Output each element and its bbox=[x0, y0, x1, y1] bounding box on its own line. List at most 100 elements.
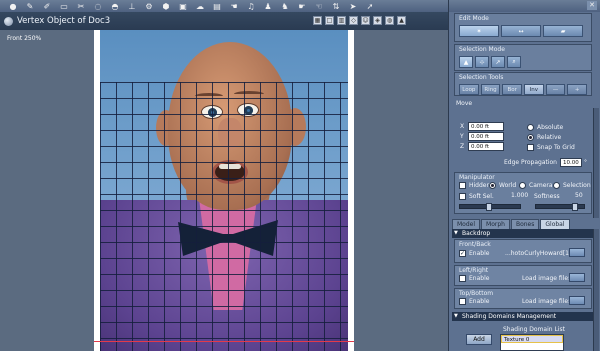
snap-to-grid-checkbox[interactable]: Snap To Grid bbox=[527, 144, 575, 151]
properties-panel: ✕ Edit Mode ✶ ↔ ▰ Selection Mode ▲ ⊹ ↗ ⌕… bbox=[448, 0, 600, 351]
edit-mode-label: Edit Mode bbox=[459, 15, 489, 22]
cursor-icon[interactable]: ➚ bbox=[363, 1, 377, 11]
tack-icon[interactable]: ⊥ bbox=[125, 1, 139, 11]
move-label: Move bbox=[456, 100, 473, 107]
hidden-checkbox[interactable]: Hidden bbox=[459, 182, 490, 189]
panel-scrollbar-upper[interactable] bbox=[593, 108, 599, 218]
y-axis-label: Y bbox=[460, 133, 464, 140]
nut-icon[interactable]: ⬢ bbox=[159, 1, 173, 11]
sphere-icon[interactable]: ● bbox=[6, 1, 20, 11]
grow-button[interactable]: + bbox=[567, 84, 588, 95]
brush-icon[interactable]: ✐ bbox=[40, 1, 54, 11]
bell-icon[interactable]: ♫ bbox=[244, 1, 258, 11]
view-grid-icon[interactable]: ▦ bbox=[313, 16, 322, 25]
front-back-load-button[interactable] bbox=[569, 248, 585, 257]
pen-icon[interactable]: ✎ bbox=[23, 1, 37, 11]
invert-button[interactable]: Inv bbox=[524, 84, 544, 95]
vertex-grid-mesh[interactable] bbox=[100, 82, 348, 351]
z-axis-label: Z bbox=[460, 143, 465, 150]
viewport-title-bar: Vertex Object of Doc3 ▦ □ ▥ ◇ ☺ ◈ ◍ ▲ bbox=[0, 12, 448, 30]
move-x-field[interactable]: 0.00 ft bbox=[468, 122, 504, 131]
selection-radio[interactable]: Selection bbox=[553, 182, 591, 189]
hand-icon[interactable]: ☚ bbox=[227, 1, 241, 11]
cloud-icon[interactable]: ☁ bbox=[193, 1, 207, 11]
viewport-menu-icon[interactable] bbox=[4, 16, 13, 26]
eraser-icon[interactable]: ▭ bbox=[57, 1, 71, 11]
selection-mode-section: Selection Mode ▲ ⊹ ↗ ⌕ bbox=[454, 44, 592, 71]
view-globe-icon[interactable]: ◍ bbox=[385, 16, 394, 25]
soft-selection-slider-thumb[interactable] bbox=[486, 203, 492, 211]
softness-slider-thumb[interactable] bbox=[572, 203, 578, 211]
shading-domains-header[interactable]: Shading Domains Management bbox=[452, 312, 594, 321]
edge-propagation-field[interactable]: 10.00 bbox=[560, 158, 582, 167]
3d-viewport[interactable]: Front 250% bbox=[0, 30, 448, 351]
select-single-button[interactable]: ▲ bbox=[459, 56, 473, 68]
main-toolbar: ● ✎ ✐ ▭ ✂ ◌ ◓ ⊥ ⚙ ⬢ ▣ ☁ ▤ ☚ ♫ ♟ ♞ ☛ ☜ ⇅ … bbox=[0, 0, 448, 12]
view-cube-icon[interactable]: ◈ bbox=[373, 16, 382, 25]
camera-radio[interactable]: Camera bbox=[519, 182, 553, 189]
panel-close-icon[interactable]: ✕ bbox=[587, 1, 597, 10]
view-face-icon[interactable]: ☺ bbox=[361, 16, 370, 25]
view-layout-icon[interactable]: ▥ bbox=[337, 16, 346, 25]
left-right-enable-checkbox[interactable]: Enable bbox=[459, 275, 489, 282]
selection-tools-label: Selection Tools bbox=[459, 74, 504, 81]
soft-selection-slider[interactable] bbox=[459, 203, 521, 211]
soft-selection-value: 1.000 bbox=[511, 192, 529, 199]
scissors-icon[interactable]: ✂ bbox=[74, 1, 88, 11]
softness-value: 50 bbox=[575, 192, 583, 199]
x-axis-label: X bbox=[460, 123, 465, 130]
top-bottom-load-button[interactable] bbox=[569, 296, 585, 305]
border-button[interactable]: Bor bbox=[502, 84, 523, 95]
absolute-radio[interactable]: Absolute bbox=[527, 124, 563, 131]
backdrop-header[interactable]: Backdrop bbox=[452, 229, 594, 238]
softness-label: Softness bbox=[534, 193, 560, 200]
cube-icon[interactable]: ▣ bbox=[176, 1, 190, 11]
softness-slider[interactable] bbox=[535, 203, 585, 211]
viewport-zoom-label: Front 250% bbox=[7, 35, 42, 42]
edit-mode-vertex-button[interactable]: ✶ bbox=[459, 25, 499, 37]
view-single-icon[interactable]: □ bbox=[325, 16, 334, 25]
world-radio[interactable]: World bbox=[489, 182, 516, 189]
ring-button[interactable]: Ring bbox=[480, 84, 501, 95]
select-lasso-button[interactable]: ↗ bbox=[491, 56, 505, 68]
front-back-enable-checkbox[interactable]: ✓ Enable bbox=[459, 250, 489, 257]
list-item[interactable]: Texture 0 bbox=[501, 335, 563, 343]
selection-mode-label: Selection Mode bbox=[459, 46, 505, 53]
manipulator-label: Manipulator bbox=[459, 174, 495, 181]
ground-axis-line bbox=[94, 341, 354, 342]
panel-scrollbar-lower[interactable] bbox=[593, 229, 599, 351]
gear-icon[interactable]: ⚙ bbox=[142, 1, 156, 11]
left-right-load-button[interactable] bbox=[569, 273, 585, 282]
top-bottom-enable-checkbox[interactable]: Enable bbox=[459, 298, 489, 305]
move-y-field[interactable]: 0.00 ft bbox=[468, 132, 504, 141]
application-window: ● ✎ ✐ ▭ ✂ ◌ ◓ ⊥ ⚙ ⬢ ▣ ☁ ▤ ☚ ♫ ♟ ♞ ☛ ☜ ⇅ … bbox=[0, 0, 600, 351]
edit-mode-face-button[interactable]: ▰ bbox=[543, 25, 583, 37]
arrows-icon[interactable]: ⇅ bbox=[329, 1, 343, 11]
person-icon[interactable]: ♟ bbox=[261, 1, 275, 11]
panel-header: ✕ bbox=[449, 0, 600, 12]
selection-tools-section: Selection Tools Loop Ring Bor Inv — + bbox=[454, 72, 592, 96]
add-shading-domain-button[interactable]: Add bbox=[466, 334, 492, 345]
view-wire-icon[interactable]: ◇ bbox=[349, 16, 358, 25]
book-icon[interactable]: ▤ bbox=[210, 1, 224, 11]
dome-icon[interactable]: ◓ bbox=[108, 1, 122, 11]
cursor-icon[interactable]: ➤ bbox=[346, 1, 360, 11]
glove-icon[interactable]: ☜ bbox=[312, 1, 326, 11]
edit-mode-section: Edit Mode ✶ ↔ ▰ bbox=[454, 13, 592, 42]
select-brush-button[interactable]: ⌕ bbox=[507, 56, 521, 68]
relative-radio[interactable]: Relative bbox=[527, 134, 561, 141]
edit-mode-edge-button[interactable]: ↔ bbox=[501, 25, 541, 37]
move-z-field[interactable]: 0.00 ft bbox=[468, 142, 504, 151]
left-right-load-label: Load image file: bbox=[522, 275, 571, 282]
glove-icon[interactable]: ☛ bbox=[295, 1, 309, 11]
person-icon[interactable]: ♞ bbox=[278, 1, 292, 11]
top-bottom-load-label: Load image file: bbox=[522, 298, 571, 305]
lasso-icon[interactable]: ◌ bbox=[91, 1, 105, 11]
shading-domain-list[interactable]: Texture 0 bbox=[500, 334, 564, 351]
loop-button[interactable]: Loop bbox=[459, 84, 479, 95]
view-camera-icon[interactable]: ▲ bbox=[397, 16, 406, 25]
select-rect-button[interactable]: ⊹ bbox=[475, 56, 489, 68]
viewport-controls: ▦ □ ▥ ◇ ☺ ◈ ◍ ▲ bbox=[313, 16, 406, 25]
soft-selection-checkbox[interactable]: Soft Sel. bbox=[459, 193, 494, 200]
shrink-button[interactable]: — bbox=[545, 84, 566, 95]
